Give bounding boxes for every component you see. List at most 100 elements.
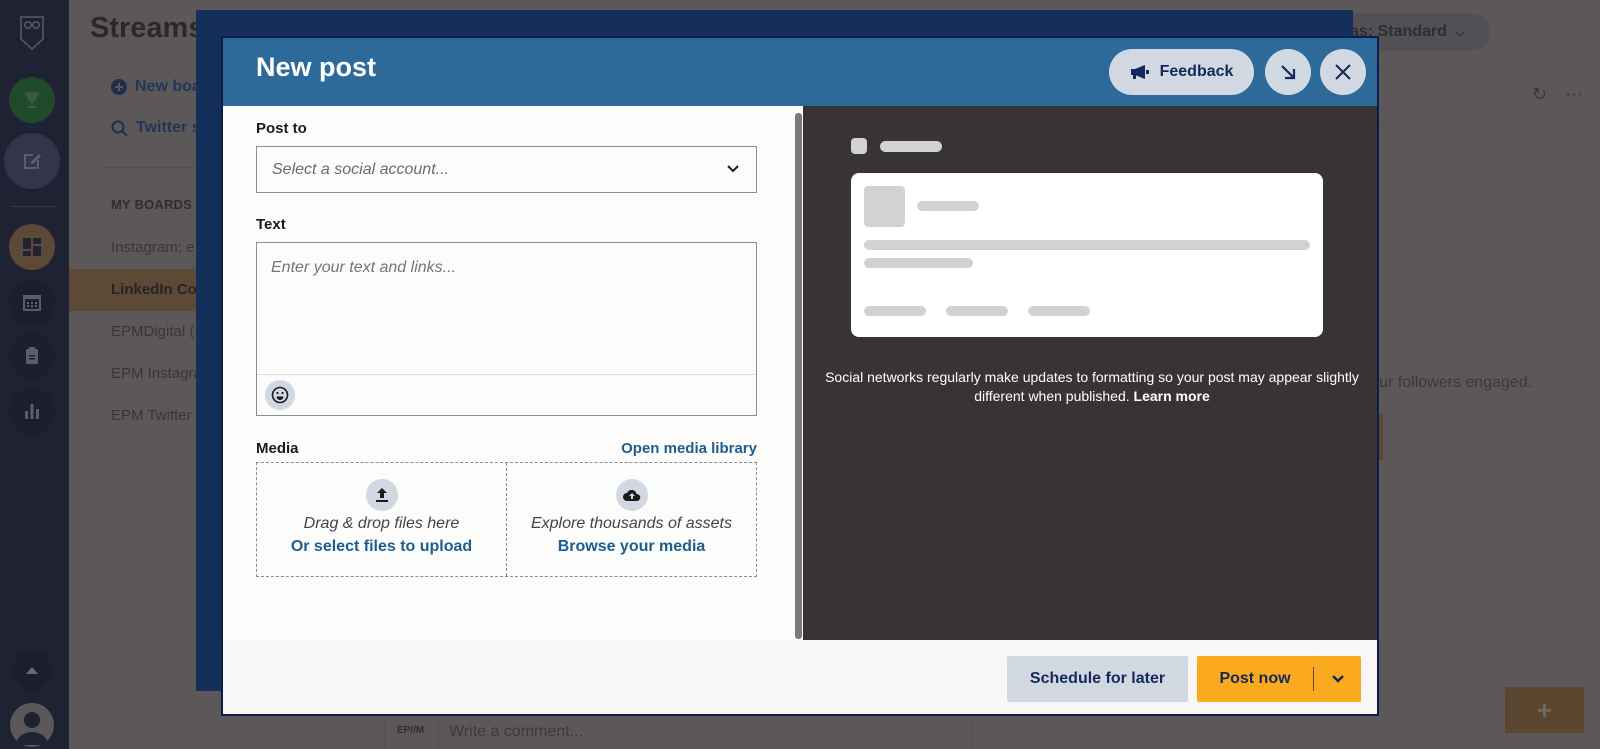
compose-icon xyxy=(24,154,41,169)
upload-subtitle: Drag & drop files here xyxy=(303,515,460,532)
media-dropzone: Drag & drop files here Or select files t… xyxy=(256,462,757,577)
compose-panel: Post to Select a social account... Text … xyxy=(223,106,796,640)
post-now-label: Post now xyxy=(1219,670,1291,687)
post-options-dropdown[interactable] xyxy=(1314,672,1361,686)
preview-note-text: Social networks regularly make updates t… xyxy=(825,369,1359,404)
post-text-input[interactable]: Enter your text and links... xyxy=(256,242,757,416)
preview-card-line-skeleton xyxy=(864,258,973,268)
preview-card-action-skeleton xyxy=(864,306,926,316)
minimize-button[interactable] xyxy=(1265,49,1311,95)
social-account-placeholder: Select a social account... xyxy=(272,161,449,178)
search-icon xyxy=(111,120,128,137)
schedule-for-later-button[interactable]: Schedule for later xyxy=(1007,656,1188,702)
preview-card xyxy=(851,173,1323,337)
more-options-icon[interactable]: ⋯ xyxy=(1565,84,1583,105)
divider xyxy=(1340,125,1600,126)
my-boards-header: MY BOARDS xyxy=(111,197,193,212)
emoji-icon xyxy=(271,386,289,404)
browse-media-link[interactable]: Browse your media xyxy=(558,538,706,556)
plus-circle-icon xyxy=(111,79,127,95)
textarea-divider xyxy=(257,374,756,375)
browse-subtitle: Explore thousands of assets xyxy=(530,515,732,532)
refresh-icon[interactable]: ↻ xyxy=(1532,84,1547,105)
compose-scrollbar[interactable] xyxy=(795,113,802,639)
account-logo: EP//M xyxy=(397,725,425,736)
new-post-modal: New post Feedback Post to Select a socia… xyxy=(221,36,1379,716)
trophy-icon xyxy=(25,92,39,108)
text-label: Text xyxy=(256,216,286,233)
comment-divider xyxy=(438,717,439,749)
media-label: Media xyxy=(256,440,299,457)
close-button[interactable] xyxy=(1320,49,1366,95)
post-to-label: Post to xyxy=(256,120,307,137)
divider xyxy=(1340,67,1600,68)
analytics-button[interactable] xyxy=(9,388,55,434)
learn-more-link[interactable]: Learn more xyxy=(1134,388,1210,404)
upload-icon xyxy=(375,488,388,502)
expand-up-icon xyxy=(26,667,38,674)
profile-avatar-icon xyxy=(16,712,48,745)
dashboard-button[interactable] xyxy=(9,224,55,270)
modal-title: New post xyxy=(256,52,377,82)
board-item[interactable]: EPM Instagra xyxy=(69,353,199,395)
preview-card-image-skeleton xyxy=(864,186,905,227)
modal-header: New post Feedback xyxy=(223,38,1377,106)
comment-input[interactable]: Write a comment... xyxy=(449,723,583,741)
twitter-search-link[interactable]: Twitter search xyxy=(111,119,199,137)
compose-button[interactable] xyxy=(4,133,60,189)
clipboard-icon xyxy=(26,347,38,364)
dashboard-icon xyxy=(23,238,41,256)
new-board-link[interactable]: New board xyxy=(111,78,199,96)
preview-card-action-skeleton xyxy=(946,306,1008,316)
rail-divider xyxy=(10,206,56,207)
stream-actions: ↻ ⋯ xyxy=(1532,84,1583,105)
preview-card-action-skeleton xyxy=(1028,306,1090,316)
sidebar-divider xyxy=(102,167,199,168)
emoji-button[interactable] xyxy=(265,380,295,410)
chevron-down-icon: ⌵ xyxy=(1455,25,1465,39)
new-board-label: New board xyxy=(135,78,199,95)
preview-panel: Social networks regularly make updates t… xyxy=(803,106,1377,640)
stream-area-right: as: Standard ⌵ ↻ ⋯ .. ep your followers … xyxy=(1330,0,1600,749)
cloud-button[interactable] xyxy=(615,479,648,511)
chevron-down-icon xyxy=(1331,675,1344,683)
preview-card-title-skeleton xyxy=(917,201,979,211)
upload-zone[interactable]: Drag & drop files here Or select files t… xyxy=(257,463,506,576)
upload-button[interactable] xyxy=(365,479,398,511)
arrow-down-right-icon xyxy=(1281,65,1296,80)
board-item[interactable]: EPM Twitter xyxy=(69,395,199,437)
comment-bar: EP//M Write a comment... xyxy=(384,717,972,749)
owl-logo-icon[interactable] xyxy=(19,15,45,51)
browse-zone[interactable]: Explore thousands of assets Browse your … xyxy=(506,463,756,576)
board-item[interactable]: EPMDigital ( xyxy=(69,311,199,353)
add-stream-button[interactable]: + xyxy=(1505,687,1584,733)
board-item-active[interactable]: LinkedIn Co xyxy=(69,269,199,311)
analytics-icon xyxy=(25,404,39,419)
social-account-select[interactable]: Select a social account... xyxy=(256,146,757,193)
modal-footer: Schedule for later Post now xyxy=(223,640,1377,714)
preview-card-line-skeleton xyxy=(864,240,1310,250)
calendar-button[interactable] xyxy=(9,279,55,325)
preview-avatar-skeleton xyxy=(851,138,867,154)
streams-sidebar: Streams New board Twitter search MY BOAR… xyxy=(69,0,199,749)
trophy-button[interactable] xyxy=(9,77,55,123)
preview-note: Social networks regularly make updates t… xyxy=(803,368,1377,406)
post-now-button[interactable]: Post now xyxy=(1197,656,1361,702)
close-icon xyxy=(1335,64,1351,80)
board-item[interactable]: Instagram: e xyxy=(69,227,199,269)
chevron-down-icon xyxy=(727,165,739,173)
select-files-link[interactable]: Or select files to upload xyxy=(291,538,472,556)
assignments-button[interactable] xyxy=(9,333,55,379)
feedback-button[interactable]: Feedback xyxy=(1109,49,1254,95)
feedback-label: Feedback xyxy=(1159,63,1234,80)
megaphone-icon xyxy=(1130,65,1149,79)
twitter-search-label: Twitter search xyxy=(136,119,199,136)
open-media-library-link[interactable]: Open media library xyxy=(621,440,757,457)
calendar-icon xyxy=(23,295,41,311)
expand-up-button[interactable] xyxy=(12,650,52,690)
profile-avatar[interactable] xyxy=(10,703,54,747)
cloud-upload-icon xyxy=(622,489,640,501)
preview-name-skeleton xyxy=(880,141,942,152)
left-nav-rail xyxy=(0,0,69,749)
page-title: Streams xyxy=(90,12,199,44)
